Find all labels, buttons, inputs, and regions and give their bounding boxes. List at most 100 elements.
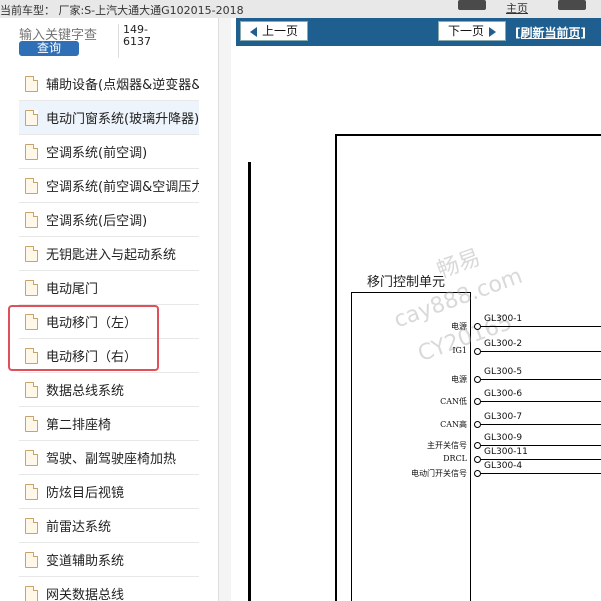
list-item[interactable]: 空调系统(后空调)	[19, 203, 199, 237]
pin-label: DRCL	[443, 454, 467, 463]
home-link[interactable]: 主页	[506, 0, 528, 16]
search-area: 查询 149-6137	[0, 18, 218, 62]
pin-terminal	[474, 348, 481, 355]
list-item[interactable]: 电动移门（右）	[19, 339, 199, 373]
list-item-label: 前雷达系统	[46, 520, 112, 535]
list-item-label: 数据总线系统	[46, 384, 125, 399]
document-icon	[25, 75, 38, 92]
list-item-label: 第二排座椅	[46, 418, 112, 433]
list-item-label: 电动移门（左）	[46, 316, 138, 331]
sidebar-scrollbar[interactable]	[218, 18, 231, 601]
list-item[interactable]: 变道辅助系统	[19, 543, 199, 577]
wire-code: GL300-4	[484, 461, 523, 471]
pin-label: 主开关信号	[427, 441, 467, 450]
toolbar-button-1[interactable]	[458, 0, 486, 10]
arrow-right-icon	[489, 26, 496, 37]
list-item-label: 变道辅助系统	[46, 554, 125, 569]
pin-label: 电源	[451, 375, 467, 384]
pin-label: 电源	[451, 322, 467, 331]
list-item[interactable]: 电动尾门	[19, 271, 199, 305]
frame-line	[248, 162, 251, 601]
wire	[481, 326, 601, 327]
list-item[interactable]: 空调系统(前空调&空调压力开关	[19, 169, 199, 203]
vehicle-info: 当前车型： 厂家:S-上汽大通大通G102015-2018	[0, 4, 244, 17]
pin-label: IG1	[452, 346, 467, 355]
search-button[interactable]: 查询	[19, 41, 79, 56]
list-item-label: 空调系统(前空调)	[46, 146, 148, 161]
list-item-label: 网关数据总线	[46, 588, 125, 601]
top-bar: 当前车型： 厂家:S-上汽大通大通G102015-2018 主页	[0, 0, 601, 18]
wire	[481, 379, 601, 380]
document-icon	[25, 211, 38, 228]
module-title: 移门控制单元	[367, 275, 446, 290]
pin-terminal	[474, 421, 481, 428]
list-item[interactable]: 辅助设备(点烟器&逆变器&诊断	[19, 67, 199, 101]
arrow-left-icon	[249, 26, 257, 37]
document-icon	[25, 449, 38, 466]
pin-terminal	[474, 442, 481, 449]
wire-code: GL300-11	[484, 447, 528, 457]
model-code: 149-6137	[118, 24, 157, 58]
document-icon	[25, 517, 38, 534]
wire	[481, 351, 601, 352]
refresh-link[interactable]: [刷新当前页]	[515, 24, 586, 41]
wire	[481, 473, 601, 474]
wire-code: GL300-6	[484, 389, 523, 399]
list-item[interactable]: 数据总线系统	[19, 373, 199, 407]
list-item-label: 空调系统(前空调&空调压力开关	[46, 180, 199, 195]
sidebar: 查询 149-6137 辅助设备(点烟器&逆变器&诊断 电动门窗系统(玻璃升降器…	[0, 18, 218, 601]
toolbar-button-2[interactable]	[558, 0, 586, 10]
pin-label: CAN低	[440, 397, 467, 406]
wire	[481, 401, 601, 402]
search-input[interactable]	[19, 28, 117, 42]
document-icon	[25, 381, 38, 398]
document-icon	[25, 483, 38, 500]
list-item[interactable]: 前雷达系统	[19, 509, 199, 543]
list-item-label: 电动门窗系统(玻璃升降器)	[46, 112, 199, 127]
list-item[interactable]: 第二排座椅	[19, 407, 199, 441]
list-item[interactable]: 电动移门（左）	[19, 305, 199, 339]
list-item-label: 电动尾门	[46, 282, 99, 297]
list-item[interactable]: 防炫目后视镜	[19, 475, 199, 509]
list-item[interactable]: 驾驶、副驾驶座椅加热	[19, 441, 199, 475]
pin-terminal	[474, 376, 481, 383]
pin-label: 电动门开关信号	[411, 469, 467, 478]
document-icon	[25, 279, 38, 296]
document-icon	[25, 143, 38, 160]
document-icon	[25, 177, 38, 194]
pin-terminal	[474, 470, 481, 477]
document-icon	[25, 109, 38, 126]
wire	[481, 424, 601, 425]
page-toolbar: 上一页 下一页 [刷新当前页]	[236, 18, 601, 46]
pin-terminal	[474, 398, 481, 405]
next-page-button[interactable]: 下一页	[438, 21, 506, 41]
document-icon	[25, 585, 38, 601]
list-item[interactable]: 电动门窗系统(玻璃升降器)	[19, 101, 199, 135]
list-item[interactable]: 无钥匙进入与起动系统	[19, 237, 199, 271]
document-icon	[25, 313, 38, 330]
list-item[interactable]: 空调系统(前空调)	[19, 135, 199, 169]
wiring-diagram: 移门控制单元 畅易 cay888.com CY20165 电源 GL300-1 IG…	[236, 46, 601, 601]
wire-code: GL300-9	[484, 433, 523, 443]
wire-code: GL300-5	[484, 367, 523, 377]
document-icon	[25, 347, 38, 364]
list-item[interactable]: 网关数据总线	[19, 577, 199, 601]
pin-terminal	[474, 456, 481, 463]
document-icon	[25, 415, 38, 432]
list-item-label: 空调系统(后空调)	[46, 214, 148, 229]
pin-label: CAN高	[440, 420, 467, 429]
list-item-label: 驾驶、副驾驶座椅加热	[46, 452, 177, 467]
prev-page-button[interactable]: 上一页	[240, 21, 308, 41]
wire	[481, 445, 601, 446]
diagram-viewer: 上一页 下一页 [刷新当前页] 移门控制单元 畅易 cay888.com CY2…	[236, 18, 601, 601]
wire	[481, 459, 601, 460]
document-icon	[25, 551, 38, 568]
list-item-label: 无钥匙进入与起动系统	[46, 248, 177, 263]
list-item-label: 电动移门（右）	[46, 350, 138, 365]
wire-code: GL300-7	[484, 412, 523, 422]
next-page-label: 下一页	[447, 24, 484, 38]
list-item-label: 防炫目后视镜	[46, 486, 125, 501]
wire-code: GL300-1	[484, 314, 523, 324]
pin-terminal	[474, 323, 481, 330]
document-icon	[25, 245, 38, 262]
